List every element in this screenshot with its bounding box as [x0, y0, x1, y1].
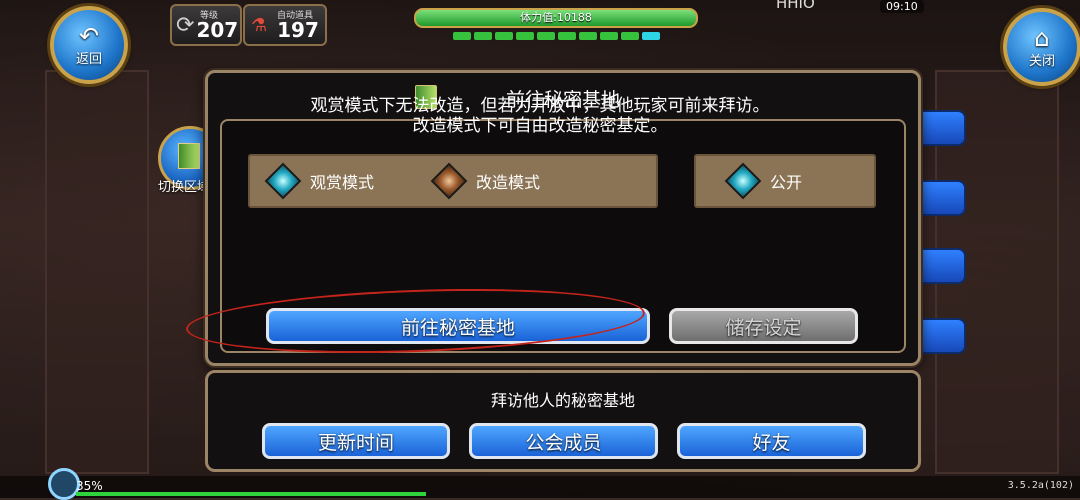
book-icon [178, 143, 200, 169]
auto-item-label: 自动道具 [277, 11, 314, 21]
description-line-1: 观赏模式下无法改造，但若为开放中，其他玩家可前来拜访。 [310, 96, 770, 116]
back-arrow-icon: ↶ [78, 21, 100, 50]
stamina-text: 体力值:10188 [414, 8, 698, 28]
version-text: 3.5.2a(102) [1007, 480, 1074, 491]
update-time-button[interactable]: 更新时间 [262, 423, 450, 459]
potion-icon: ⚗ [251, 14, 268, 36]
switch-area-label: 切换区域 [158, 180, 211, 195]
level-value: 207 [196, 18, 239, 42]
level-icon: ⟳ [176, 12, 195, 38]
level-label: 等级 [200, 11, 219, 21]
close-label: 关闭 [1028, 53, 1055, 69]
player-name: HHIO [776, 0, 815, 12]
back-label: 返回 [75, 51, 102, 67]
view-mode-option[interactable]: 观赏模式 [264, 162, 375, 200]
public-label: 公开 [770, 173, 803, 192]
stamina-bar: 体力值:10188 [408, 6, 698, 46]
clock-text: 09:10 [880, 0, 924, 13]
dialog-description: 观赏模式下无法改造，但若为开放中，其他玩家可前来拜访。 改造模式下可自由改造秘密… [0, 96, 1080, 136]
auto-item-display: ⚗ 自动道具 197 [243, 4, 327, 46]
friends-button[interactable]: 好友 [677, 423, 866, 459]
edit-mode-option[interactable]: 改造模式 [430, 162, 541, 200]
progress-bar [76, 492, 426, 496]
guild-members-button[interactable]: 公会成员 [469, 423, 658, 459]
save-settings-button[interactable]: 储存设定 [669, 308, 858, 344]
diamond-selected-icon [264, 162, 302, 200]
public-toggle-box: 公开 [694, 154, 876, 208]
progress-percent: 35% [76, 479, 103, 493]
visit-title: 拜访他人的秘密基地 [490, 391, 635, 410]
diamond-selected-icon [724, 162, 762, 200]
view-mode-label: 观赏模式 [310, 173, 375, 192]
mode-selector: 观赏模式 改造模式 [248, 154, 658, 208]
bottom-status-bar: 35% 3.5.2a(102) [0, 468, 1080, 500]
edit-mode-label: 改造模式 [476, 173, 541, 192]
diamond-unselected-icon [430, 162, 468, 200]
energy-segments [453, 32, 660, 40]
home-icon: ⌂ [1034, 23, 1050, 52]
description-line-2: 改造模式下可自由改造秘密基定。 [412, 116, 668, 136]
public-toggle[interactable]: 公开 [724, 162, 803, 200]
close-button[interactable]: ⌂ 关闭 [1003, 8, 1080, 86]
auto-item-value: 197 [277, 18, 319, 42]
back-button[interactable]: ↶ 返回 [50, 6, 128, 84]
level-display: ⟳ 等级 207 [170, 4, 242, 46]
